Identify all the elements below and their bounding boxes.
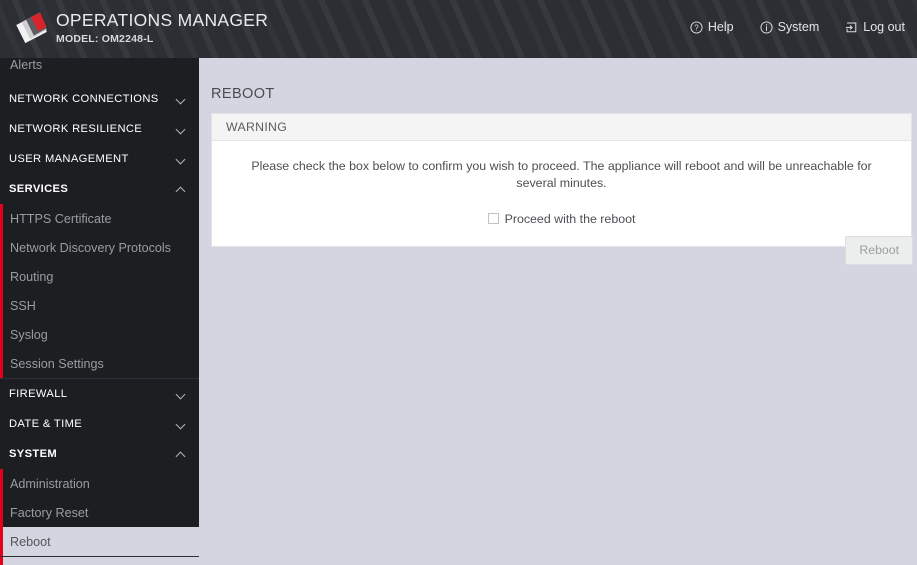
proceed-checkbox-label: Proceed with the reboot bbox=[504, 211, 636, 226]
page-title: REBOOT bbox=[211, 86, 275, 102]
sidebar-section-services[interactable]: SERVICES bbox=[0, 174, 199, 204]
warning-message: Please check the box below to confirm yo… bbox=[251, 159, 872, 191]
sidebar-item-label: Factory Reset bbox=[10, 505, 89, 520]
main-content: REBOOT WARNING Please check the box belo… bbox=[199, 58, 917, 565]
app-root: OPERATIONS MANAGER MODEL: OM2248-L ? Hel… bbox=[0, 0, 917, 565]
app-header: OPERATIONS MANAGER MODEL: OM2248-L ? Hel… bbox=[0, 0, 917, 58]
svg-text:?: ? bbox=[694, 23, 699, 32]
system-label: System bbox=[777, 20, 820, 34]
proceed-checkbox-row[interactable]: Proceed with the reboot bbox=[230, 212, 893, 226]
sidebar-section-label: NETWORK CONNECTIONS bbox=[9, 93, 159, 105]
sidebar-section-network-connections[interactable]: NETWORK CONNECTIONS bbox=[0, 84, 199, 114]
sidebar-item-alerts[interactable]: Alerts bbox=[0, 58, 199, 84]
chevron-down-icon bbox=[176, 124, 187, 135]
logout-icon bbox=[845, 21, 858, 34]
sidebar-section-date-time[interactable]: DATE & TIME bbox=[0, 409, 199, 439]
sidebar-section-firewall[interactable]: FIREWALL bbox=[0, 379, 199, 409]
sidebar-submenu-system: Administration Factory Reset Reboot bbox=[0, 469, 199, 556]
system-link[interactable]: System bbox=[760, 20, 820, 34]
sidebar-item-session-settings[interactable]: Session Settings bbox=[3, 349, 199, 378]
sidebar-submenu-services: HTTPS Certificate Network Discovery Prot… bbox=[0, 204, 199, 378]
brand-block: OPERATIONS MANAGER MODEL: OM2248-L bbox=[12, 7, 268, 49]
sidebar-item-partial[interactable] bbox=[3, 557, 199, 565]
sidebar-item-administration[interactable]: Administration bbox=[3, 469, 199, 498]
sidebar-item-label: HTTPS Certificate bbox=[10, 211, 112, 226]
sidebar-section-system[interactable]: SYSTEM bbox=[0, 439, 199, 469]
help-link[interactable]: ? Help bbox=[690, 20, 734, 34]
panel-heading: WARNING bbox=[212, 114, 911, 141]
sidebar-item-label: Routing bbox=[10, 269, 54, 284]
sidebar-item-reboot[interactable]: Reboot bbox=[3, 527, 199, 556]
chevron-up-icon bbox=[176, 449, 187, 460]
chevron-down-icon bbox=[176, 154, 187, 165]
sidebar-submenu-overflow bbox=[0, 557, 199, 565]
action-row: Reboot bbox=[212, 236, 913, 265]
sidebar-section-user-management[interactable]: USER MANAGEMENT bbox=[0, 144, 199, 174]
sidebar-section-label: USER MANAGEMENT bbox=[9, 153, 129, 165]
chevron-down-icon bbox=[176, 389, 187, 400]
sidebar-item-label: Alerts bbox=[10, 58, 43, 72]
brand-text: OPERATIONS MANAGER MODEL: OM2248-L bbox=[56, 10, 269, 45]
chevron-down-icon bbox=[176, 94, 187, 105]
model-label: MODEL: OM2248-L bbox=[56, 32, 154, 45]
sidebar-section-label: DATE & TIME bbox=[9, 418, 83, 430]
app-title: OPERATIONS MANAGER bbox=[56, 10, 269, 30]
sidebar-item-label: Session Settings bbox=[10, 356, 104, 371]
sidebar-item-factory-reset[interactable]: Factory Reset bbox=[3, 498, 199, 527]
sidebar-nav: Alerts NETWORK CONNECTIONS NETWORK RESIL… bbox=[0, 58, 199, 565]
proceed-checkbox[interactable] bbox=[487, 213, 499, 225]
info-circle-icon bbox=[760, 20, 773, 34]
sidebar-item-syslog[interactable]: Syslog bbox=[3, 320, 199, 349]
logout-label: Log out bbox=[863, 20, 905, 34]
logout-link[interactable]: Log out bbox=[845, 20, 905, 34]
panel-body: Please check the box below to confirm yo… bbox=[212, 141, 911, 246]
sidebar-section-label: SERVICES bbox=[9, 183, 69, 195]
sidebar-item-network-discovery-protocols[interactable]: Network Discovery Protocols bbox=[3, 233, 199, 262]
header-nav: ? Help System Log out bbox=[690, 20, 905, 34]
sidebar-item-https-certificate[interactable]: HTTPS Certificate bbox=[3, 204, 199, 233]
warning-panel: WARNING Please check the box below to co… bbox=[211, 113, 912, 247]
sidebar-item-label: Syslog bbox=[10, 327, 48, 342]
sidebar-item-label: Network Discovery Protocols bbox=[10, 240, 171, 255]
sidebar-item-label: Reboot bbox=[10, 534, 51, 549]
sidebar-section-label: NETWORK RESILIENCE bbox=[9, 123, 143, 135]
opengear-logo-icon bbox=[12, 7, 54, 49]
sidebar-item-label: Administration bbox=[10, 476, 90, 491]
chevron-up-icon bbox=[176, 184, 187, 195]
help-label: Help bbox=[707, 20, 734, 34]
sidebar-section-label: FIREWALL bbox=[9, 388, 68, 400]
sidebar-item-ssh[interactable]: SSH bbox=[3, 291, 199, 320]
sidebar-section-network-resilience[interactable]: NETWORK RESILIENCE bbox=[0, 114, 199, 144]
chevron-down-icon bbox=[176, 419, 187, 430]
sidebar-item-routing[interactable]: Routing bbox=[3, 262, 199, 291]
sidebar-section-label: SYSTEM bbox=[9, 448, 58, 460]
sidebar-item-label: SSH bbox=[10, 298, 36, 313]
reboot-button[interactable]: Reboot bbox=[845, 236, 913, 265]
question-circle-icon: ? bbox=[690, 20, 703, 34]
